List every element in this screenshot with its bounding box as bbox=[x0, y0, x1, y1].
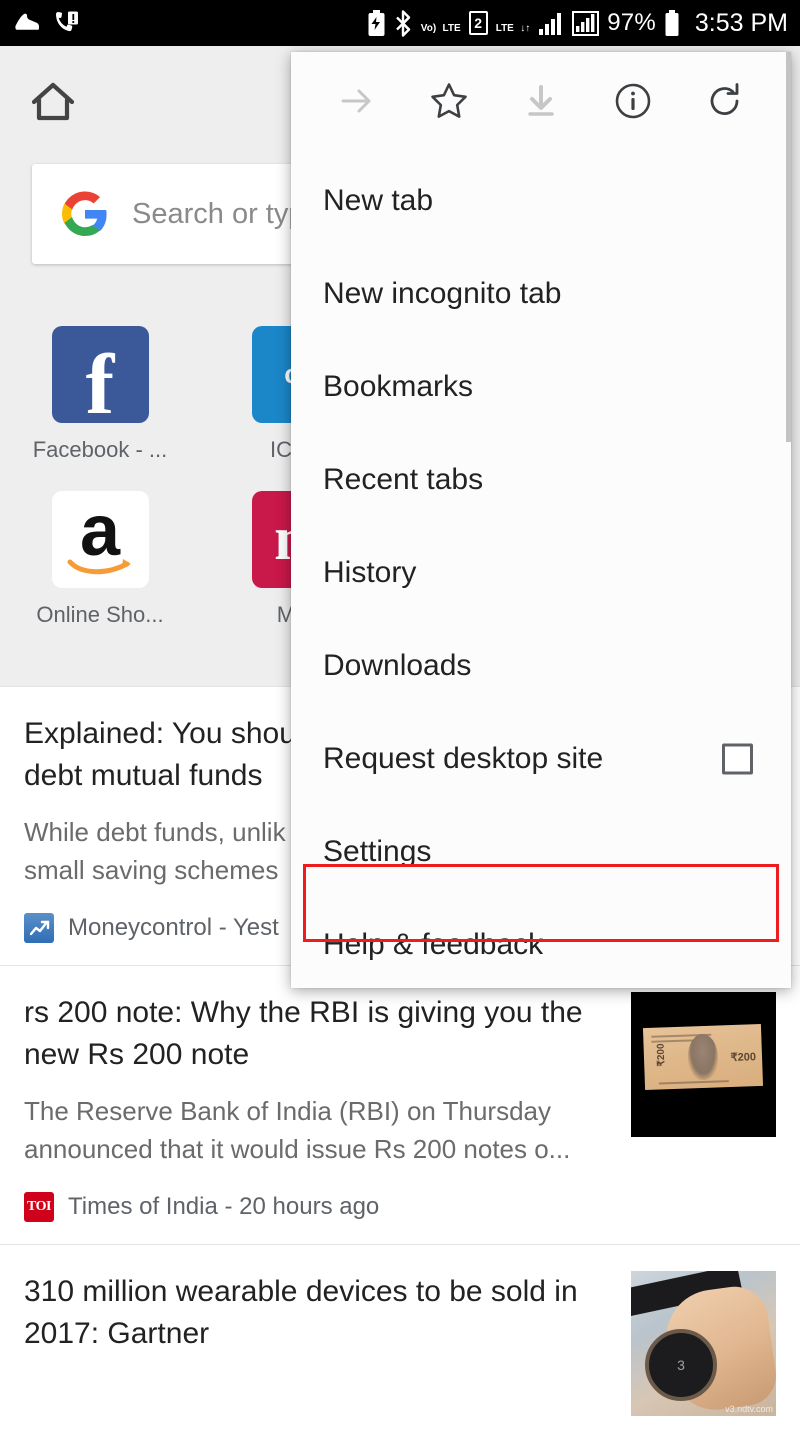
article-body: rs 200 note: Why the RBI is giving you t… bbox=[24, 992, 611, 1222]
menu-item-bookmarks[interactable]: Bookmarks bbox=[291, 340, 791, 433]
shortcut-tile-facebook[interactable]: f Facebook - ... bbox=[0, 326, 200, 463]
request-desktop-site-checkbox[interactable] bbox=[722, 743, 753, 774]
article-thumbnail: ₹200 ₹200 bbox=[631, 992, 776, 1137]
moneycontrol-favicon bbox=[24, 913, 54, 943]
article-source-label: Times of India - 20 hours ago bbox=[68, 1193, 380, 1220]
times-of-india-favicon: TOI bbox=[24, 1192, 54, 1222]
article-title-line: new Rs 200 note bbox=[24, 1038, 250, 1071]
volte-top-label: Vo) bbox=[420, 22, 437, 34]
signal-bars-icon bbox=[538, 11, 564, 36]
article-title-line: rs 200 note: Why the RBI is giving you t… bbox=[24, 996, 583, 1029]
lte-data-icon: LTE ↓↑ bbox=[496, 10, 531, 37]
article-card[interactable]: rs 200 note: Why the RBI is giving you t… bbox=[0, 965, 800, 1244]
page-info-icon[interactable] bbox=[604, 72, 662, 130]
volte-bottom-label: LTE bbox=[442, 22, 461, 34]
menu-item-label: New tab bbox=[323, 183, 434, 217]
amazon-tile-icon: a bbox=[51, 491, 149, 588]
menu-item-label: Downloads bbox=[323, 648, 472, 682]
menu-item-recent-tabs[interactable]: Recent tabs bbox=[291, 433, 791, 526]
smartwatch-image: 3 v3.ndtv.com bbox=[631, 1271, 776, 1416]
article-title-line: 310 million wearable devices to be sold … bbox=[24, 1275, 578, 1308]
battery-percent-label: 97% bbox=[607, 9, 656, 36]
menu-item-label: New incognito tab bbox=[323, 276, 562, 310]
menu-item-label: Recent tabs bbox=[323, 462, 484, 496]
watch-time-label: 3 bbox=[677, 1357, 685, 1373]
article-card[interactable]: 310 million wearable devices to be sold … bbox=[0, 1244, 800, 1438]
amazon-smile-icon bbox=[67, 558, 131, 574]
status-bar-right-icons: Vo) LTE 2 LTE ↓↑ 97% 3:53 PM bbox=[367, 9, 788, 38]
facebook-glyph: f bbox=[85, 335, 115, 423]
facebook-tile-icon: f bbox=[51, 326, 149, 423]
menu-item-new-tab[interactable]: New tab bbox=[291, 154, 791, 247]
article-thumbnail: 3 v3.ndtv.com bbox=[631, 1271, 776, 1416]
menu-item-downloads[interactable]: Downloads bbox=[291, 619, 791, 712]
chrome-overflow-menu[interactable]: New tab New incognito tab Bookmarks Rece… bbox=[291, 52, 791, 988]
article-body: 310 million wearable devices to be sold … bbox=[24, 1271, 611, 1416]
menu-item-history[interactable]: History bbox=[291, 526, 791, 619]
sim2-icon: 2 bbox=[468, 11, 488, 35]
bookmark-star-icon[interactable] bbox=[420, 72, 478, 130]
article-source: TOI Times of India - 20 hours ago bbox=[24, 1192, 611, 1222]
status-bar-left-icons bbox=[14, 11, 80, 35]
note-denomination-right: ₹200 bbox=[730, 1051, 757, 1065]
menu-item-settings[interactable]: Settings bbox=[291, 805, 791, 898]
status-bar: Vo) LTE 2 LTE ↓↑ 97% 3:53 PM bbox=[0, 0, 800, 46]
amazon-glyph: a bbox=[79, 491, 121, 572]
article-title: 310 million wearable devices to be sold … bbox=[24, 1271, 611, 1355]
article-snippet-line: The Reserve Bank of India (RBI) on Thurs… bbox=[24, 1096, 551, 1126]
volte-icon: Vo) LTE bbox=[421, 10, 461, 37]
menu-item-help-and-feedback[interactable]: Help & feedback bbox=[291, 898, 791, 991]
image-watermark: v3.ndtv.com bbox=[725, 1404, 773, 1414]
shortcut-tile-label: Online Sho... bbox=[36, 602, 164, 627]
article-snippet-line: announced that it would issue Rs 200 not… bbox=[24, 1134, 571, 1164]
shortcut-tile-amazon[interactable]: a Online Sho... bbox=[0, 491, 200, 628]
download-icon[interactable] bbox=[512, 72, 570, 130]
battery-icon bbox=[664, 9, 680, 37]
article-snippet: The Reserve Bank of India (RBI) on Thurs… bbox=[24, 1092, 611, 1168]
menu-item-label: Bookmarks bbox=[323, 369, 474, 403]
lte-arrows-label: ↓↑ bbox=[520, 22, 531, 34]
lte-label: LTE bbox=[495, 22, 514, 34]
bluetooth-icon bbox=[394, 9, 413, 37]
signal-boxed-icon bbox=[572, 10, 600, 36]
google-g-logo bbox=[62, 191, 108, 237]
shortcut-tile-label: Facebook - ... bbox=[32, 437, 168, 462]
rupee-note-image: ₹200 ₹200 bbox=[642, 1023, 764, 1091]
reload-icon[interactable] bbox=[696, 72, 754, 130]
article-title: rs 200 note: Why the RBI is giving you t… bbox=[24, 992, 611, 1076]
menu-item-label: Request desktop site bbox=[323, 741, 604, 775]
home-icon[interactable] bbox=[28, 78, 78, 129]
article-source-label: Moneycontrol - Yest bbox=[68, 914, 279, 941]
clock-label: 3:53 PM bbox=[694, 8, 788, 37]
note-denomination-left: ₹200 bbox=[655, 1043, 668, 1067]
menu-item-list: New tab New incognito tab Bookmarks Rece… bbox=[291, 150, 791, 991]
menu-item-new-incognito-tab[interactable]: New incognito tab bbox=[291, 247, 791, 340]
menu-item-label: Settings bbox=[323, 834, 432, 868]
menu-item-label: History bbox=[323, 555, 417, 589]
fitness-shoe-icon bbox=[14, 12, 40, 34]
battery-saver-icon bbox=[367, 9, 386, 37]
article-title-line: 2017: Gartner bbox=[24, 1317, 210, 1350]
watch-face: 3 bbox=[645, 1329, 717, 1401]
menu-item-label: Help & feedback bbox=[323, 927, 544, 961]
phone-alert-icon bbox=[54, 11, 80, 35]
gandhi-portrait bbox=[687, 1033, 719, 1081]
search-placeholder: Search or typ bbox=[132, 197, 305, 230]
menu-item-request-desktop-site[interactable]: Request desktop site bbox=[291, 712, 791, 805]
menu-icon-row bbox=[291, 52, 791, 150]
forward-arrow-icon[interactable] bbox=[328, 72, 386, 130]
